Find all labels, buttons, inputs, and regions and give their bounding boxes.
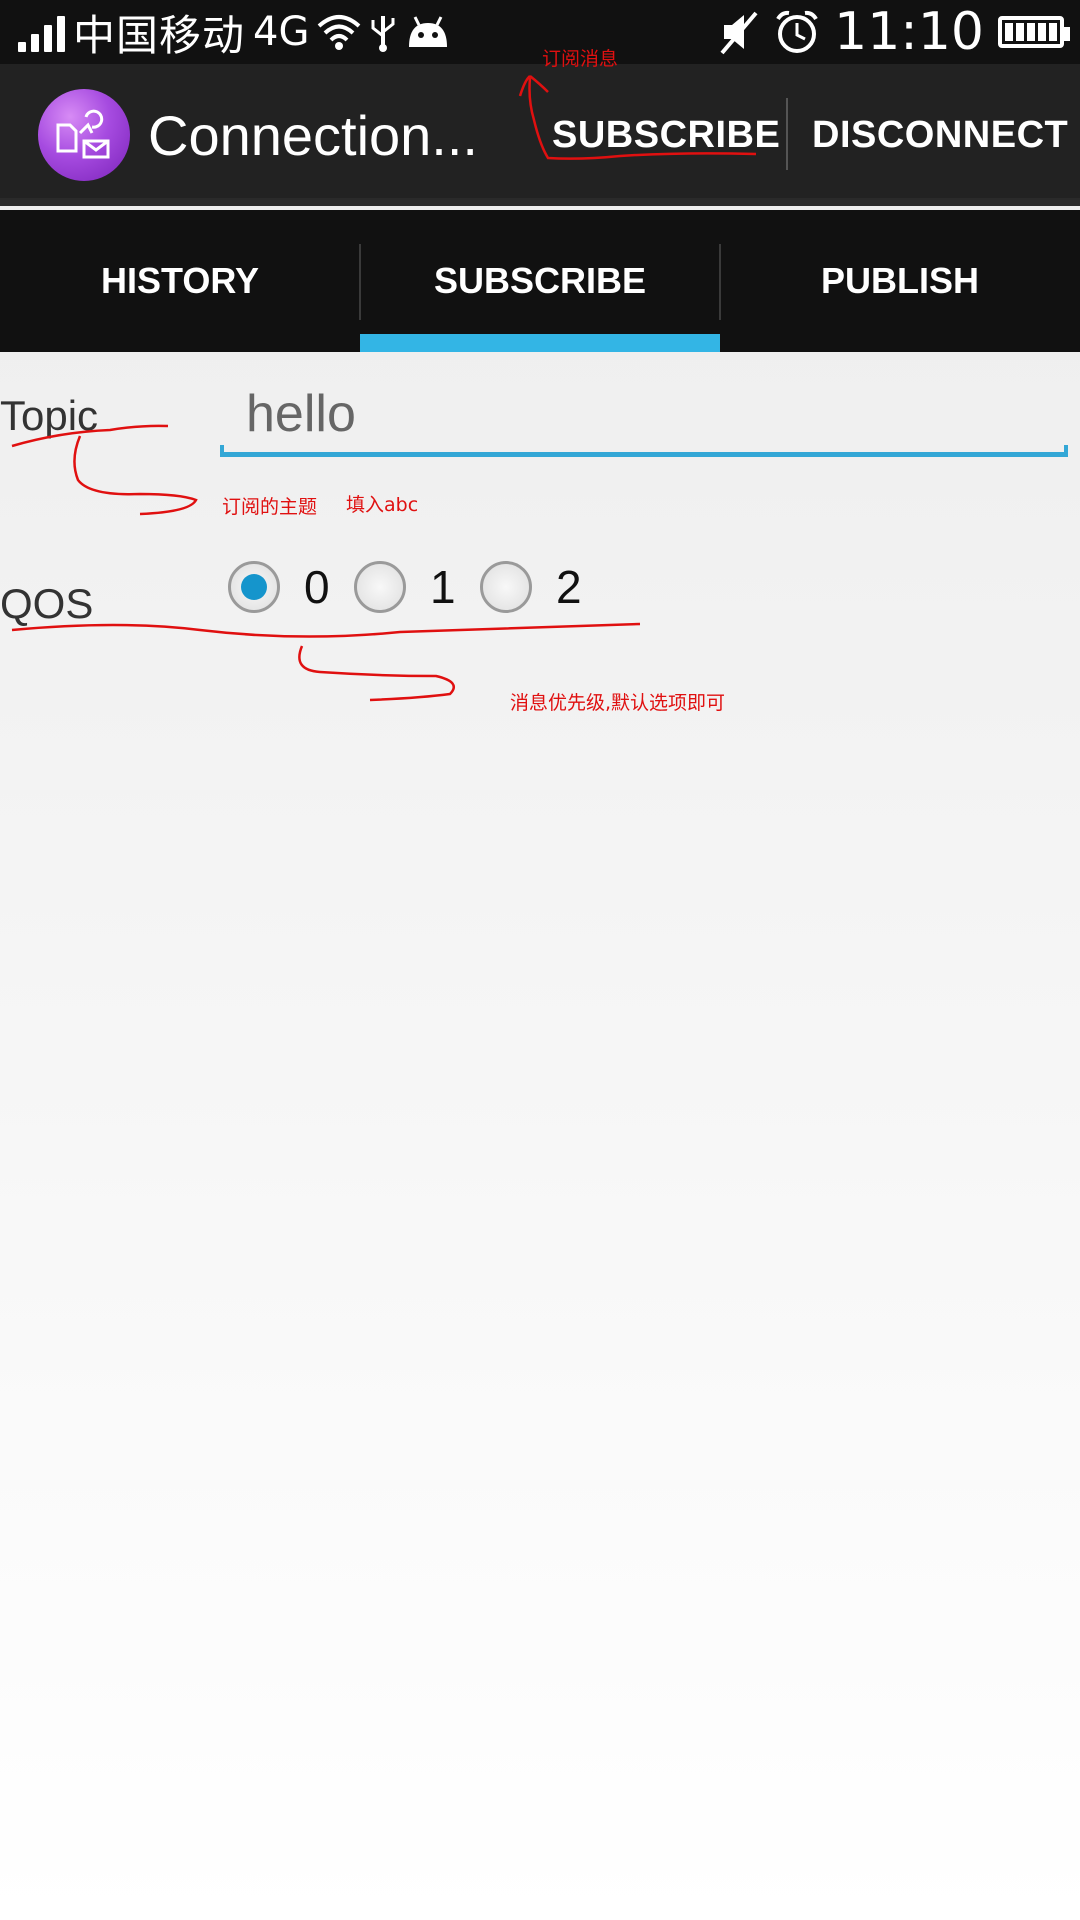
topic-label: Topic (0, 392, 99, 439)
tab-label: HISTORY (100, 260, 260, 301)
qos-label: QOS (0, 580, 94, 627)
network-type: 4G (253, 9, 310, 55)
battery-icon (998, 16, 1070, 48)
subscribe-button[interactable]: SUBSCRIBE (552, 64, 780, 206)
radio-button-checked[interactable] (228, 561, 280, 613)
tab-divider (359, 244, 361, 320)
action-divider (786, 98, 788, 170)
qos-option-label: 0 (304, 561, 330, 613)
qos-option-1[interactable]: 1 (354, 560, 460, 614)
selected-tab-indicator (360, 334, 720, 352)
annotation-topic: 订阅的主题 (222, 496, 318, 518)
clock: 11:10 (834, 2, 984, 62)
qos-option-label: 1 (430, 561, 456, 613)
tab-publish[interactable]: PUBLISH (720, 210, 1080, 352)
tab-label: SUBSCRIBE (433, 260, 647, 301)
alarm-icon (776, 10, 818, 53)
annotation-subscribe: 订阅消息 (542, 48, 619, 70)
signal-icon (18, 12, 65, 52)
radio-button[interactable] (354, 561, 406, 613)
app-logo-icon[interactable] (38, 89, 130, 181)
qos-option-label: 2 (556, 561, 582, 613)
radio-button[interactable] (480, 561, 532, 613)
disconnect-button[interactable]: DISCONNECT (812, 64, 1068, 206)
qos-option-0[interactable]: 0 (228, 560, 334, 614)
tab-label: PUBLISH (820, 260, 979, 301)
tab-bar: HISTORY SUBSCRIBE PUBLISH (0, 210, 1080, 352)
qos-radio-group: 0 1 2 (228, 560, 606, 614)
annotation-topic-fill: 填入abc (346, 494, 419, 516)
carrier-name: 中国移动 (73, 10, 246, 60)
tab-subscribe[interactable]: SUBSCRIBE (360, 210, 720, 352)
usb-icon (371, 16, 395, 52)
android-icon (409, 16, 448, 47)
action-bar: Connection... SUBSCRIBE DISCONNECT (0, 64, 1080, 206)
annotation-qos: 消息优先级,默认选项即可 (510, 692, 726, 714)
tab-history[interactable]: HISTORY (0, 210, 360, 352)
mute-icon (720, 11, 758, 55)
topic-input-underline (220, 445, 1068, 457)
connection-title: Connection... (148, 103, 478, 167)
tab-divider (719, 244, 721, 320)
topic-input[interactable] (222, 372, 1068, 456)
wifi-icon (318, 15, 361, 50)
status-bar: 中国移动 4G 11:10 (0, 0, 1080, 64)
qos-option-2[interactable]: 2 (480, 560, 586, 614)
